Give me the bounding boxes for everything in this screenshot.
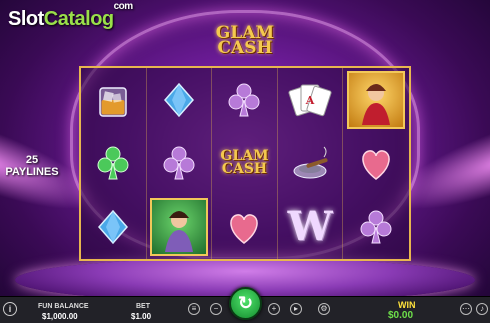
glam-symbol-line2: CASH — [221, 161, 268, 178]
game-title-line2: CASH — [217, 38, 273, 58]
reel-cell-showgirl-green — [147, 195, 213, 259]
reel-grid: A GLAM CASH W — [79, 66, 411, 261]
paylines-indicator: 25 PAYLINES — [2, 154, 62, 178]
menu-icon[interactable]: ⋯ — [460, 303, 472, 315]
reel-cell-ashtray-cigar — [278, 131, 344, 196]
spin-arrow-icon: ↻ — [237, 293, 254, 313]
purple-club-icon — [228, 83, 260, 117]
reel-cell-showgirl-gold — [343, 68, 409, 132]
reel-cell-pink-heart — [343, 132, 409, 196]
reel-cell-purple-club — [147, 131, 213, 196]
wild-symbol: W — [287, 203, 333, 251]
reel-cell-pink-heart — [212, 195, 278, 259]
spin-button[interactable]: ↻ — [229, 287, 262, 320]
showgirl-figure-icon — [164, 211, 193, 253]
brand-suffix: com — [113, 1, 134, 13]
reel-cell-glam-cash-logo: GLAM CASH — [212, 131, 278, 196]
balance-value: $1,000.00 — [42, 312, 78, 321]
paytable-icon[interactable]: ≡ — [188, 303, 200, 315]
purple-club-icon — [360, 210, 392, 244]
balance-label: FUN BALANCE — [38, 303, 89, 310]
settings-icon[interactable]: ⚙ — [318, 303, 330, 315]
info-button[interactable]: i — [3, 302, 17, 316]
showgirl-gold-symbol — [347, 70, 406, 129]
playing-cards-icon: A — [288, 84, 332, 116]
blue-diamond-icon — [98, 210, 129, 245]
game-stage: SlotCatalogcom GLAM CASH 25 PAYLINES A GL… — [0, 0, 490, 323]
green-club-icon — [97, 146, 129, 180]
win-value: $0.00 — [388, 310, 414, 321]
game-title-logo: GLAM CASH — [210, 25, 280, 58]
brand-part1: Slot — [8, 8, 44, 30]
reel-cell-green-club — [81, 131, 147, 196]
brand-logo: SlotCatalogcom — [8, 1, 133, 31]
reel-cell-blue-diamond — [147, 68, 213, 132]
autoplay-icon[interactable]: ▸ — [290, 303, 302, 315]
glam-cash-symbol: GLAM CASH — [220, 149, 268, 178]
win-label: WIN — [398, 300, 416, 310]
reel-cell-wild-w: W — [278, 195, 344, 259]
bet-minus-icon[interactable]: − — [210, 303, 222, 315]
showgirl-green-symbol — [149, 198, 208, 257]
brand-part2: Catalog — [43, 8, 114, 30]
whiskey-glass-icon — [99, 87, 128, 117]
svg-text:A: A — [305, 94, 315, 107]
reel-cell-blue-diamond — [81, 195, 147, 259]
reel-cell-whiskey-glass — [81, 68, 147, 132]
reel-cell-playing-cards: A — [278, 68, 344, 132]
bet-plus-icon[interactable]: + — [268, 303, 280, 315]
paylines-count: 25 — [25, 154, 39, 166]
purple-club-icon — [163, 146, 195, 180]
pink-heart-icon — [362, 150, 390, 181]
sound-icon[interactable]: ♪ — [476, 303, 488, 315]
showgirl-figure-icon — [362, 83, 391, 125]
reel-cell-purple-club — [343, 195, 409, 259]
pink-heart-icon — [230, 214, 259, 245]
blue-diamond-icon — [163, 82, 194, 117]
ashtray-cigar-icon — [293, 147, 328, 179]
reel-cell-purple-club — [212, 68, 278, 132]
bet-label: BET — [136, 303, 150, 310]
paylines-label: PAYLINES — [5, 166, 59, 178]
bet-value: $1.00 — [131, 312, 152, 321]
